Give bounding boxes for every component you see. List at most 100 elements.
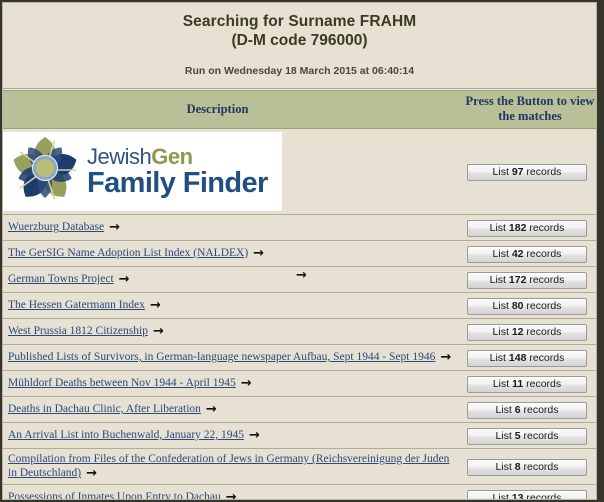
record-count: 148 [508, 352, 527, 364]
database-link[interactable]: West Prussia 1812 Citizenship [8, 325, 148, 337]
button-prefix: List [495, 461, 515, 473]
logo-line-family-finder: Family Finder [87, 166, 268, 199]
description-cell: German Towns Project → [3, 266, 462, 293]
results-body: JewishGen Family Finder → List 97 records Wu… [3, 128, 596, 500]
action-cell: List 182 records [462, 214, 596, 241]
right-arrow-icon: → [253, 246, 265, 261]
action-cell: List 42 records [462, 240, 596, 267]
button-prefix: List [492, 248, 512, 260]
button-prefix: List [495, 404, 515, 416]
logo-word-gen: Gen [151, 143, 193, 169]
button-prefix: List [492, 326, 512, 338]
action-cell: List 5 records [462, 422, 596, 449]
button-prefix: List [489, 222, 509, 234]
table-row: JewishGen Family Finder → List 97 records [3, 128, 596, 282]
table-header-row: Description Press the Button to view the… [3, 90, 596, 129]
page-header: Searching for Surname FRAHM (D-M code 79… [3, 3, 596, 88]
table-row: Deaths in Dachau Clinic, After Liberatio… [3, 396, 596, 423]
record-count: 182 [508, 222, 527, 234]
description-cell: Deaths in Dachau Clinic, After Liberatio… [3, 396, 462, 423]
column-header-action: Press the Button to view the matches [462, 90, 596, 129]
table-row: West Prussia 1812 Citizenship → List 12 re… [3, 318, 596, 345]
list-records-button[interactable]: List 11 records [467, 376, 587, 393]
button-prefix: List [489, 274, 509, 286]
table-row: Possessions of Inmates Upon Entry to Dac… [3, 484, 596, 500]
list-records-button[interactable]: List 6 records [467, 402, 587, 419]
list-records-button[interactable]: List 5 records [467, 428, 587, 445]
button-suffix: records [523, 378, 562, 390]
list-records-button[interactable]: List 182 records [467, 220, 587, 237]
logo-word-jewish: Jewish [87, 143, 152, 169]
database-link[interactable]: The Hessen Gatermann Index [8, 299, 145, 311]
button-suffix: records [526, 222, 565, 234]
right-arrow-icon: → [225, 490, 237, 500]
database-link[interactable]: Published Lists of Survivors, in German-… [8, 351, 435, 363]
record-count: 13 [511, 492, 524, 500]
database-link[interactable]: The GerSIG Name Adoption List Index (NAL… [8, 247, 248, 259]
right-arrow-icon: → [205, 402, 217, 417]
list-records-button[interactable]: List 80 records [467, 298, 587, 315]
list-records-button[interactable]: List 8 records [467, 459, 587, 476]
button-prefix: List [492, 166, 512, 178]
list-records-button[interactable]: List 12 records [467, 324, 587, 341]
description-cell: Published Lists of Survivors, in German-… [3, 344, 462, 371]
right-arrow-icon: → [296, 268, 307, 283]
jewishgen-family-finder-logo[interactable]: JewishGen Family Finder [3, 132, 282, 211]
table-row: Compilation from Files of the Confederat… [3, 448, 596, 485]
page-title: Searching for Surname FRAHM [182, 13, 417, 30]
description-cell: Compilation from Files of the Confederat… [3, 448, 462, 485]
database-link[interactable]: Possessions of Inmates Upon Entry to Dac… [8, 491, 221, 499]
description-cell: The Hessen Gatermann Index → [3, 292, 462, 319]
record-count: 172 [508, 274, 527, 286]
list-records-button[interactable]: List 42 records [467, 246, 587, 263]
button-suffix: records [520, 430, 559, 442]
action-cell: List 13 records [462, 484, 596, 500]
record-count: 12 [511, 326, 524, 338]
button-suffix: records [523, 326, 562, 338]
description-cell: Possessions of Inmates Upon Entry to Dac… [3, 484, 462, 500]
database-link[interactable]: Deaths in Dachau Clinic, After Liberatio… [8, 403, 201, 415]
database-link[interactable]: An Arrival List into Buchenwald, January… [8, 429, 244, 441]
logo-line-jewishgen: JewishGen [87, 143, 268, 169]
button-prefix: List [495, 430, 515, 442]
description-cell: The GerSIG Name Adoption List Index (NAL… [3, 240, 462, 267]
description-cell: Wuerzburg Database → [3, 214, 462, 241]
description-cell: West Prussia 1812 Citizenship → [3, 318, 462, 345]
button-prefix: List [492, 378, 513, 390]
logo-emblem-wrapper [13, 136, 77, 207]
table-row: An Arrival List into Buchenwald, January… [3, 422, 596, 449]
button-prefix: List [492, 492, 512, 500]
logo-wordmark: JewishGen Family Finder [87, 143, 268, 199]
database-link[interactable]: Wuerzburg Database [8, 221, 104, 233]
database-link[interactable]: Compilation from Files of the Confederat… [8, 453, 449, 479]
list-records-button[interactable]: List 97 records [467, 164, 587, 181]
list-records-button[interactable]: List 13 records [467, 490, 587, 500]
record-count: 11 [512, 378, 524, 390]
right-arrow-icon: → [109, 220, 120, 235]
table-row: Wuerzburg Database → List 182 records [3, 214, 596, 241]
database-link[interactable]: Mühldorf Deaths between Nov 1944 - April… [8, 377, 236, 389]
action-cell: List 11 records [462, 370, 596, 397]
record-count: 42 [511, 248, 524, 260]
description-cell: Mühldorf Deaths between Nov 1944 - April… [3, 370, 462, 397]
button-suffix: records [523, 166, 562, 178]
action-cell: List 80 records [462, 292, 596, 319]
right-arrow-icon: → [118, 272, 130, 287]
action-cell: List 97 records [462, 128, 596, 215]
column-header-description: Description [3, 90, 462, 129]
action-cell: List 172 records [462, 266, 596, 293]
database-link[interactable]: German Towns Project [8, 273, 114, 285]
right-arrow-icon: → [150, 298, 161, 313]
button-prefix: List [492, 300, 512, 312]
description-cell: An Arrival List into Buchenwald, January… [3, 422, 462, 449]
page-scroll-area[interactable]: Searching for Surname FRAHM (D-M code 79… [2, 2, 597, 500]
record-count: 97 [511, 166, 524, 178]
list-records-button[interactable]: List 148 records [467, 350, 587, 367]
table-row: Published Lists of Survivors, in German-… [3, 344, 596, 371]
action-cell: List 6 records [462, 396, 596, 423]
page-subtitle-dm-code: (D-M code 796000) [231, 32, 368, 49]
list-records-button[interactable]: List 172 records [467, 272, 587, 289]
results-table: Description Press the Button to view the… [3, 90, 596, 500]
description-cell: JewishGen Family Finder → [3, 128, 462, 282]
button-suffix: records [520, 461, 559, 473]
